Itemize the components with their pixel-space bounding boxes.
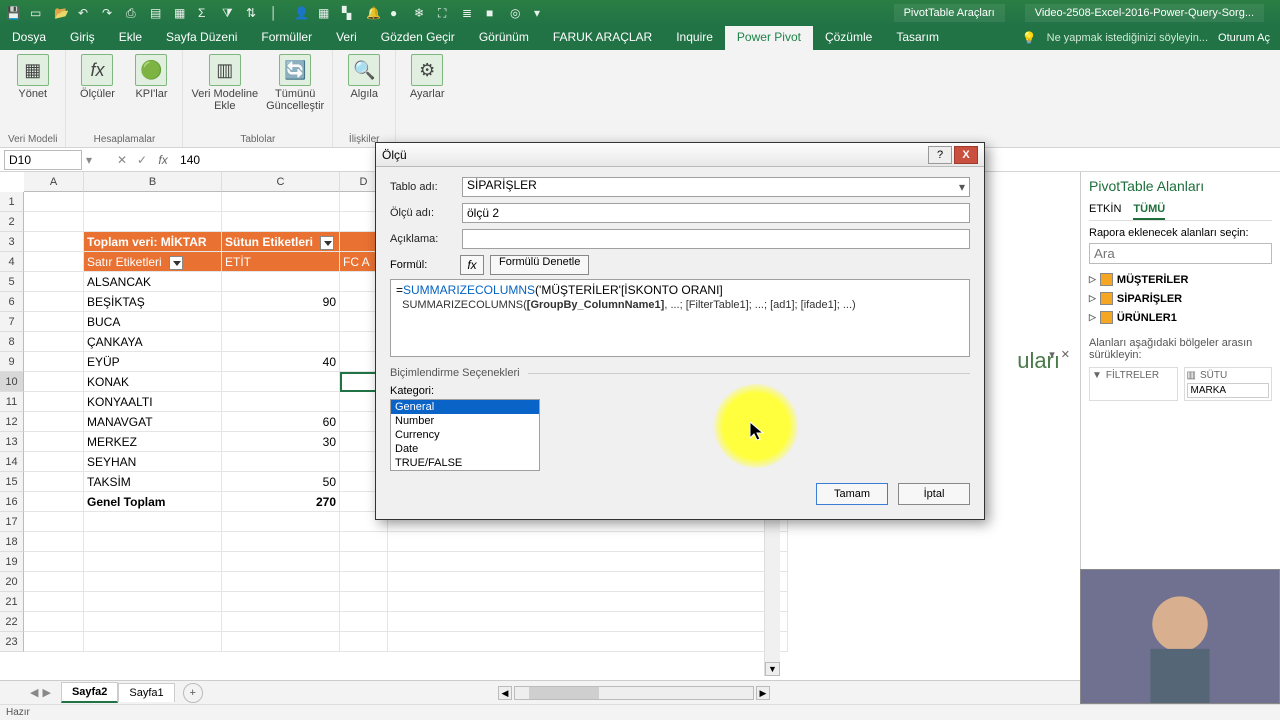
measure-label: Ölçü adı: (390, 207, 454, 219)
dialog-title: Ölçü (382, 148, 407, 162)
list-item[interactable]: General (391, 400, 539, 414)
formula-label: Formül: (390, 259, 454, 271)
help-button[interactable]: ? (928, 146, 952, 164)
formula-editor[interactable]: =SUMMARIZECOLUMNS('MÜŞTERİLER'[İSKONTO O… (390, 279, 970, 357)
sheet-nav-prev-icon[interactable]: ◀ (30, 686, 38, 699)
status-bar: Hazır (0, 704, 1280, 720)
list-item[interactable]: Currency (391, 428, 539, 442)
cancel-button[interactable]: İptal (898, 483, 970, 505)
webcam-overlay (1080, 569, 1280, 704)
category-label: Kategori: (390, 385, 970, 397)
measure-dialog: Ölçü ? X Tablo adı: SİPARİŞLER Ölçü adı:… (375, 142, 985, 520)
ok-button[interactable]: Tamam (816, 483, 888, 505)
table-select[interactable]: SİPARİŞLER (462, 177, 970, 197)
sheet-nav-next-icon[interactable]: ▶ (42, 686, 50, 699)
check-formula-button[interactable]: Formülü Denetle (490, 255, 589, 275)
measure-name-input[interactable] (462, 203, 970, 223)
sheet-tab[interactable]: Sayfa1 (118, 683, 174, 702)
list-item[interactable]: TRUE/FALSE (391, 456, 539, 470)
intellisense-hint: SUMMARIZECOLUMNS([GroupBy_ColumnName1], … (396, 299, 964, 311)
category-listbox[interactable]: General Number Currency Date TRUE/FALSE (390, 399, 540, 471)
list-item[interactable]: Number (391, 414, 539, 428)
close-button[interactable]: X (954, 146, 978, 164)
desc-label: Açıklama: (390, 233, 454, 245)
fx-button[interactable]: fx (460, 255, 484, 275)
list-item[interactable]: Date (391, 442, 539, 456)
sheet-tab[interactable]: Sayfa2 (61, 682, 118, 703)
horizontal-scrollbar[interactable]: ◀▶ (498, 686, 770, 700)
add-sheet-button[interactable]: + (183, 683, 203, 703)
description-input[interactable] (462, 229, 970, 249)
format-section-label: Biçimlendirme Seçenekleri (390, 367, 520, 379)
table-label: Tablo adı: (390, 181, 454, 193)
